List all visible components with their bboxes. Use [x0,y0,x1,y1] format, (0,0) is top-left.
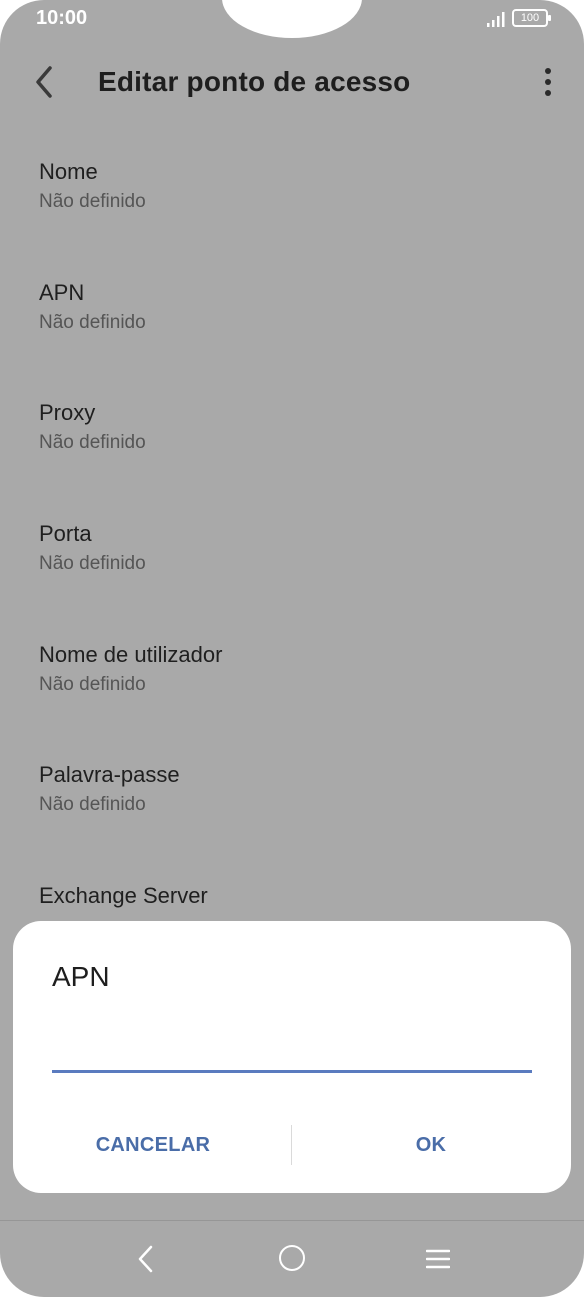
chevron-left-icon[interactable] [30,64,62,100]
nav-menu-icon[interactable] [426,1248,450,1270]
more-vert-icon[interactable] [536,64,560,100]
nav-home-icon[interactable] [279,1245,305,1271]
status-time: 10:00 [36,7,88,29]
setting-item-exchange-server[interactable]: Exchange Server [39,882,559,914]
apn-input[interactable] [52,1021,532,1073]
status-bar: 10:00 100 [0,0,584,40]
setting-item-nome[interactable]: Nome Não definido [39,158,559,214]
setting-value: Não definido [39,432,146,453]
cancel-button[interactable]: CANCELAR [33,1115,273,1175]
apn-dialog: APN CANCELAR OK [13,921,571,1193]
signal-icon [487,12,505,27]
setting-item-apn[interactable]: APN Não definido [39,279,559,335]
setting-value: Não definido [39,191,146,212]
navigation-bar [0,1220,584,1297]
dialog-title: APN [52,961,110,992]
setting-label: Porta [39,521,92,546]
setting-label: Proxy [39,400,96,425]
battery-icon: 100 [512,9,551,27]
button-divider [291,1125,292,1165]
setting-label: Palavra-passe [39,762,180,787]
app-bar: Editar ponto de acesso [0,50,584,114]
setting-item-palavra-passe[interactable]: Palavra-passe Não definido [39,761,559,817]
setting-item-proxy[interactable]: Proxy Não definido [39,399,559,455]
setting-label: Exchange Server [39,883,208,908]
setting-value: Não definido [39,553,146,574]
nav-back-icon[interactable] [134,1243,158,1275]
setting-value: Não definido [39,312,146,333]
ok-button[interactable]: OK [311,1115,551,1175]
setting-label: APN [39,280,85,305]
page-title: Editar ponto de acesso [98,66,411,97]
setting-label: Nome [39,159,98,184]
setting-item-porta[interactable]: Porta Não definido [39,520,559,576]
setting-value: Não definido [39,674,146,695]
setting-item-nome-de-utilizador[interactable]: Nome de utilizador Não definido [39,641,559,697]
setting-label: Nome de utilizador [39,642,223,667]
phone-screen: 10:00 100 Editar ponto de acesso Nome Nã… [0,0,584,1297]
setting-value: Não definido [39,794,146,815]
